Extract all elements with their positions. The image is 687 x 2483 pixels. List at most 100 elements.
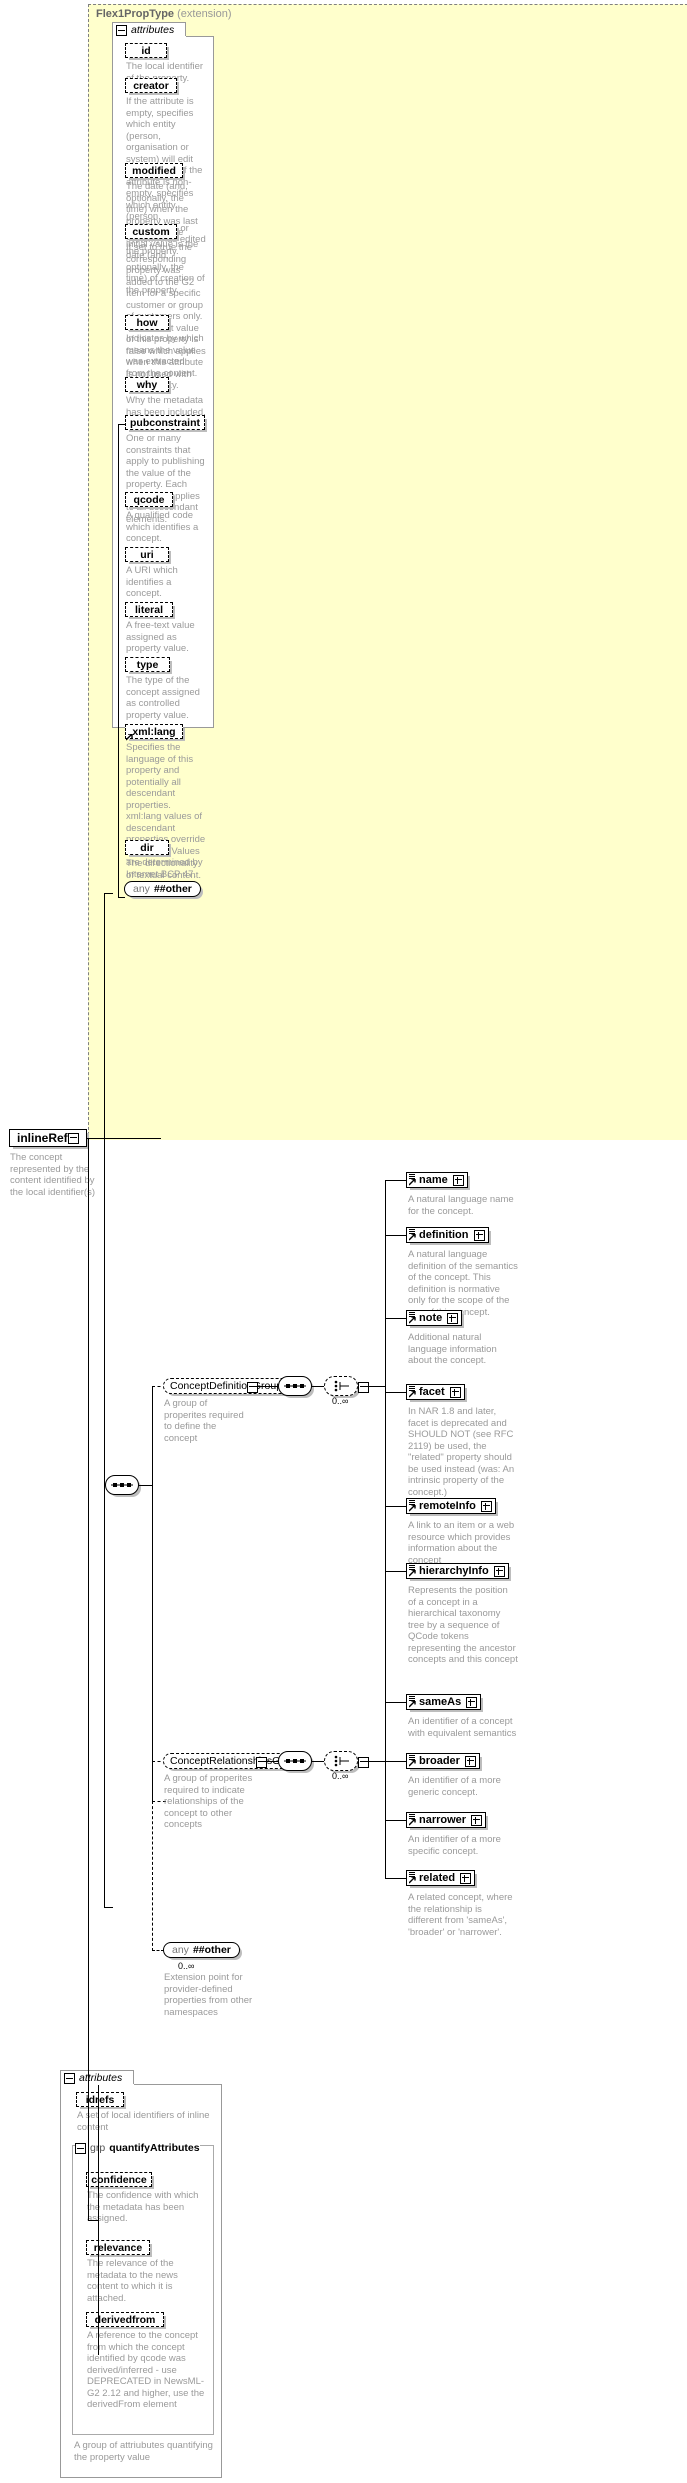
any-keyword: any	[172, 1944, 189, 1956]
attribute-pubconstraint[interactable]: pubconstraint	[125, 415, 205, 430]
inlineRef-connector	[86, 1138, 161, 1139]
element-remoteInfo[interactable]: remoteInfo	[406, 1498, 496, 1514]
element-narrower[interactable]: narrower	[406, 1812, 487, 1828]
attribute-confidence-doc: The confidence with which the metadata h…	[87, 2190, 199, 2224]
element-definition[interactable]: definition	[406, 1227, 489, 1243]
element-broader-expand-icon[interactable]	[464, 1755, 476, 1767]
element-name[interactable]: name	[406, 1172, 468, 1188]
cdg-child-line-facet	[385, 1392, 406, 1393]
any-namespace: ##other	[153, 883, 192, 895]
attributes-tab-top[interactable]: attributes	[112, 22, 186, 37]
branch-dashed-spine	[152, 1386, 153, 1801]
element-sameAs[interactable]: sameAs	[406, 1694, 482, 1710]
element-ref-arrow-icon	[409, 1234, 416, 1241]
attribute-derivedfrom-doc: A reference to the concept from which th…	[87, 2330, 205, 2410]
sequence-connector-cdg[interactable]	[278, 1376, 312, 1396]
element-remoteInfo-expand-icon[interactable]	[480, 1500, 492, 1512]
attribute-why[interactable]: why	[125, 377, 169, 392]
attributes-inner-bracket-top	[118, 424, 125, 425]
attribute-idrefs[interactable]: idrefs	[76, 2092, 124, 2107]
attribute-creator-label: creator	[133, 79, 169, 92]
attribute-dir-doc: The directionality of textual content.	[126, 858, 201, 881]
attribute-xml-lang[interactable]: xml:lang	[125, 724, 183, 739]
element-hierarchyInfo[interactable]: hierarchyInfo	[406, 1563, 509, 1579]
element-definition-label: definition	[419, 1229, 469, 1241]
attributes-tab-bottom[interactable]: attributes	[60, 2070, 134, 2085]
element-sameAs-doc: An identifier of a concept with equivale…	[408, 1716, 517, 1739]
element-remoteInfo-label: remoteInfo	[419, 1500, 476, 1512]
attribute-confidence[interactable]: confidence	[86, 2172, 152, 2187]
element-facet-doc: In NAR 1.8 and later, facet is deprecate…	[408, 1406, 515, 1498]
crg-child-line-broader	[385, 1761, 406, 1762]
attribute-qcode[interactable]: qcode	[125, 492, 173, 507]
choice-crg-collapse-icon[interactable]	[358, 1757, 369, 1768]
attribute-literal[interactable]: literal	[125, 602, 173, 617]
element-sameAs-label: sameAs	[419, 1696, 462, 1708]
ConceptRelationshipsGroup-collapse-icon[interactable]	[256, 1757, 267, 1768]
element-facet-expand-icon[interactable]	[449, 1386, 461, 1398]
group-name: quantifyAttributes	[109, 2142, 200, 2154]
any-other-element[interactable]: any ##other	[163, 1942, 240, 1958]
crg-to-seq-line	[265, 1761, 278, 1762]
attribute-idrefs-label: idrefs	[85, 2093, 115, 2106]
cdg-children-spine	[385, 1180, 386, 1707]
inlineRef-collapse-icon[interactable]	[67, 1132, 79, 1144]
collapse-minus-icon[interactable]	[75, 2142, 86, 2154]
attribute-how[interactable]: how	[125, 315, 169, 330]
element-facet[interactable]: facet	[406, 1384, 465, 1400]
element-name-doc: A natural language name for the concept.	[408, 1194, 514, 1217]
attribute-uri-doc: A URI which identifies a concept.	[126, 565, 178, 599]
attribute-relevance[interactable]: relevance	[86, 2240, 150, 2255]
ConceptDefinitionGroup-collapse-icon[interactable]	[247, 1382, 258, 1393]
attribute-dir[interactable]: dir	[125, 840, 169, 855]
element-note[interactable]: note	[406, 1310, 463, 1326]
element-related-doc: A related concept, where the relationshi…	[408, 1892, 513, 1938]
element-narrower-doc: An identifier of a more specific concept…	[408, 1834, 501, 1857]
crg-child-line-sameAs	[385, 1702, 406, 1703]
element-hierarchyInfo-expand-icon[interactable]	[493, 1565, 505, 1577]
sequence-connector-crg[interactable]	[278, 1751, 312, 1771]
element-related-expand-icon[interactable]	[460, 1872, 472, 1884]
any-other-attribute[interactable]: any ##other	[124, 881, 201, 897]
attribute-custom[interactable]: custom	[125, 224, 177, 239]
element-related[interactable]: related	[406, 1870, 476, 1886]
collapse-minus-icon[interactable]	[116, 24, 127, 36]
choice-connector-crg[interactable]	[324, 1751, 358, 1771]
attribute-uri[interactable]: uri	[125, 547, 169, 562]
attribute-id[interactable]: id	[125, 43, 167, 58]
element-broader[interactable]: broader	[406, 1753, 480, 1769]
collapse-minus-icon[interactable]	[64, 2072, 75, 2084]
element-inlineRef[interactable]: inlineRef	[9, 1129, 87, 1147]
cdg-to-seq-line	[256, 1386, 278, 1387]
sequence-glyph-cdg-icon	[278, 1376, 312, 1396]
attribute-type[interactable]: type	[125, 657, 170, 672]
element-ref-arrow-icon	[409, 1701, 416, 1708]
element-definition-doc: A natural language definition of the sem…	[408, 1249, 518, 1318]
choice-glyph-cdg-icon	[324, 1376, 358, 1396]
group-box-quantifyAttributes-doc: A group of attriubutes quantifying the p…	[74, 2440, 213, 2463]
any-other-occurrence: 0..∞	[178, 1961, 195, 1971]
element-definition-expand-icon[interactable]	[473, 1229, 485, 1241]
choice-connector-cdg[interactable]	[324, 1376, 358, 1396]
attributes-label-bottom: attributes	[79, 2072, 123, 2084]
extension-content-spine-bottom	[104, 1907, 113, 1908]
element-narrower-expand-icon[interactable]	[471, 1814, 483, 1826]
element-note-label: note	[419, 1312, 443, 1324]
element-name-expand-icon[interactable]	[452, 1174, 464, 1186]
attribute-creator[interactable]: creator	[125, 78, 177, 93]
branch-dashed-spine-lower	[152, 1801, 153, 1951]
attributes-box-top-overlay	[113, 36, 186, 37]
group-box-quantifyAttributes-header[interactable]: grp quantifyAttributes	[75, 2141, 200, 2155]
element-note-expand-icon[interactable]	[447, 1312, 459, 1324]
extension-title-text: Flex1PropType	[96, 8, 175, 20]
choice-cdg-collapse-icon[interactable]	[358, 1382, 369, 1393]
element-inlineRef-label: inlineRef	[17, 1131, 68, 1145]
attribute-modified[interactable]: modified	[125, 163, 183, 178]
element-sameAs-expand-icon[interactable]	[466, 1696, 478, 1708]
sequence-glyph-icon	[105, 1475, 139, 1495]
sequence-connector-main[interactable]	[105, 1475, 139, 1495]
cdg-choice-to-children	[367, 1386, 385, 1387]
attribute-literal-doc: A free-text value assigned as property v…	[126, 620, 195, 654]
element-ref-arrow-icon	[409, 1317, 416, 1324]
attribute-literal-label: literal	[134, 603, 163, 616]
